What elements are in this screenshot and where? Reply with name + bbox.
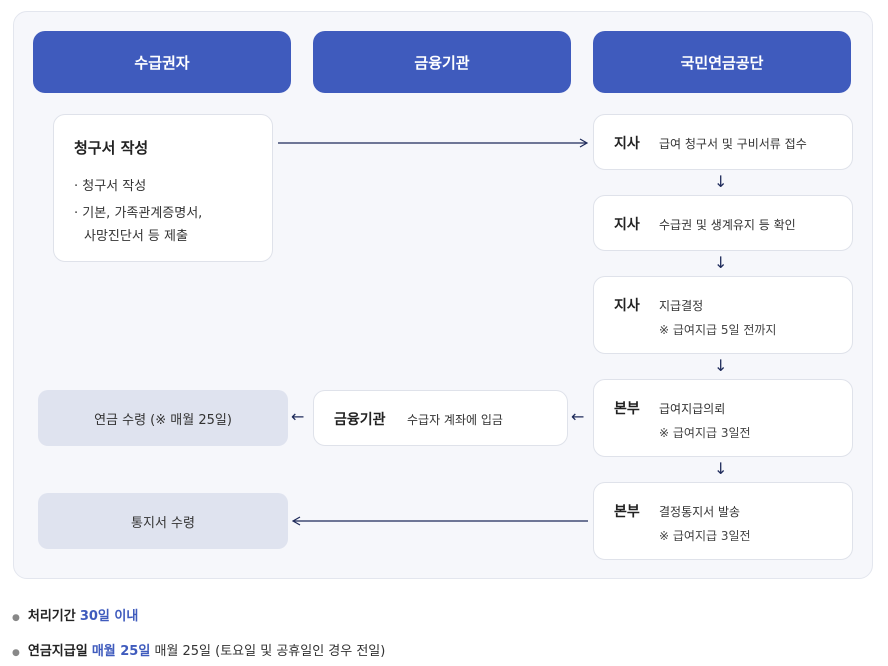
down-arrow: ↓ [714, 172, 728, 191]
office-label: 지사 [614, 136, 640, 152]
bullet-dot-icon: ● [12, 648, 20, 658]
step-note: ※ 급여지급 3일전 [659, 426, 751, 440]
office-label: 본부 [614, 401, 640, 417]
step-text: 결정통지서 발송 [659, 505, 741, 519]
step-text: 수급권 및 생계유지 등 확인 [659, 218, 796, 232]
claim-form-title: 청구서 작성 [74, 139, 149, 157]
arrow-to-notice-receipt [292, 516, 588, 526]
down-arrow: ↓ [714, 253, 728, 272]
office-label: 지사 [614, 298, 640, 314]
bank-text: 수급자 계좌에 입금 [407, 413, 503, 427]
header-recipient: 수급권자 [33, 31, 291, 93]
bank-title: 금융기관 [334, 412, 386, 428]
step-verification: 지사 수급권 및 생계유지 등 확인 [593, 195, 853, 251]
arrow-to-reception [278, 138, 589, 148]
header-nps: 국민연금공단 [593, 31, 851, 93]
step-notice-dispatch: 본부 결정통지서 발송 ※ 급여지급 3일전 [593, 482, 853, 560]
claim-form-item: · 청구서 작성 [74, 179, 147, 194]
claim-form-item: · 기본, 가족관계증명서, [74, 206, 203, 221]
payment-day: ● 연금지급일 매월 25일 매월 25일 (토요일 및 공휴일인 경우 전일) [12, 644, 386, 659]
step-text: 급여 청구서 및 구비서류 접수 [659, 137, 807, 151]
office-label: 본부 [614, 504, 640, 520]
notice-receipt-box: 통지서 수령 [38, 493, 288, 549]
office-label: 지사 [614, 217, 640, 233]
left-arrow: ← [291, 407, 305, 426]
processing-period: ● 처리기간 30일 이내 [12, 609, 139, 624]
bullet-dot-icon: ● [12, 613, 20, 623]
step-note: ※ 급여지급 5일 전까지 [659, 323, 777, 337]
claim-form-item-cont: 사망진단서 등 제출 [84, 229, 188, 244]
step-reception: 지사 급여 청구서 및 구비서류 접수 [593, 114, 853, 170]
step-text: 급여지급의뢰 [659, 402, 726, 416]
step-decision: 지사 지급결정 ※ 급여지급 5일 전까지 [593, 276, 853, 354]
down-arrow: ↓ [714, 459, 728, 478]
claim-form-card: 청구서 작성 · 청구서 작성 · 기본, 가족관계증명서, 사망진단서 등 제… [53, 114, 273, 262]
pension-receipt-box: 연금 수령 (※ 매월 25일) [38, 390, 288, 446]
step-text: 지급결정 [659, 299, 704, 313]
step-note: ※ 급여지급 3일전 [659, 529, 751, 543]
down-arrow: ↓ [714, 356, 728, 375]
left-arrow: ← [571, 407, 585, 426]
step-payment-request: 본부 급여지급의뢰 ※ 급여지급 3일전 [593, 379, 853, 457]
header-bank: 금융기관 [313, 31, 571, 93]
bank-deposit-card: 금융기관 수급자 계좌에 입금 [313, 390, 568, 446]
